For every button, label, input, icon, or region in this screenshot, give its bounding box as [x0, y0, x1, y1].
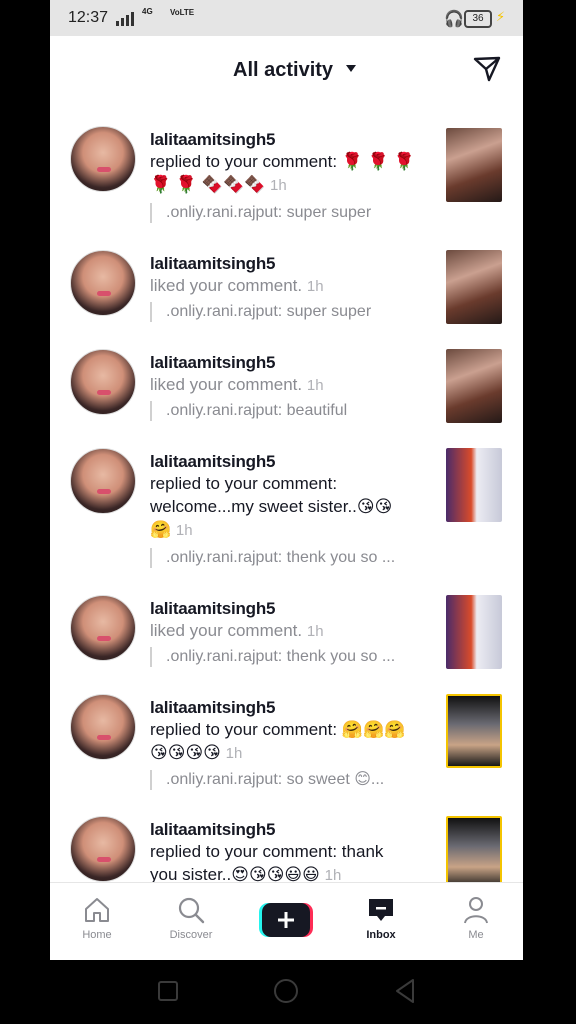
video-thumbnail[interactable]	[446, 128, 502, 202]
activity-message: liked your comment. 1h	[150, 274, 430, 298]
charging-icon: ⚡	[496, 9, 506, 24]
recents-icon[interactable]	[157, 980, 179, 1002]
quoted-comment: .onliy.rani.rajput: super super	[150, 203, 371, 223]
activity-message: replied to your comment: welcome...my sw…	[150, 472, 430, 542]
profile-icon	[464, 897, 488, 924]
battery-level: 36	[472, 13, 484, 24]
activity-message: replied to your comment: 🤗🤗🤗 😘😘😘😘 1h	[150, 718, 430, 765]
status-time: 12:37	[68, 9, 109, 26]
tab-me[interactable]: Me	[436, 895, 516, 941]
time-ago: 1h	[225, 745, 243, 762]
inbox-icon	[369, 899, 393, 921]
message-text: 🤗	[150, 520, 172, 539]
network-label: 4G	[142, 7, 153, 16]
avatar[interactable]	[70, 250, 136, 316]
tab-label: Discover	[169, 929, 213, 941]
message-line: replied to your comment: thank	[150, 842, 384, 861]
phone-screen: 12:37 4G VoLTE 🎧 36 ⚡ All activity lalit…	[50, 0, 523, 960]
activity-header: All activity	[50, 36, 523, 106]
home-icon	[85, 898, 109, 922]
message-text: 😘😘😘😘	[150, 743, 221, 762]
home-nav-icon[interactable]	[273, 978, 299, 1004]
message-text: liked your comment.	[150, 621, 303, 640]
tab-label: Home	[82, 929, 112, 941]
message-text: 🌹 🌹 🍫🍫🍫	[150, 175, 266, 194]
time-ago: 1h	[175, 522, 193, 539]
message-line: welcome...my sweet sister..😘😘	[150, 497, 393, 516]
tab-discover[interactable]: Discover	[151, 895, 231, 941]
time-ago: 1h	[306, 278, 324, 295]
quoted-comment: .onliy.rani.rajput: beautiful	[150, 401, 347, 421]
avatar[interactable]	[70, 349, 136, 415]
activity-message: liked your comment. 1h	[150, 619, 430, 643]
activity-message: replied to your comment: 🌹 🌹 🌹 🌹 🌹 🍫🍫🍫 1…	[150, 150, 430, 197]
message-line: you sister..😍😘😘😃😃 1h	[150, 863, 430, 882]
video-thumbnail[interactable]	[446, 595, 502, 669]
battery-icon: 36	[464, 10, 492, 28]
message-text: you sister..😍😘😘😃😃	[150, 865, 320, 882]
message-line: 😘😘😘😘 1h	[150, 741, 430, 765]
bottom-tab-bar: Home Discover Inbox Me	[50, 882, 523, 960]
video-thumbnail[interactable]	[446, 349, 502, 423]
message-line: replied to your comment:	[150, 474, 338, 493]
activity-list: lalitaamitsingh5 replied to your comment…	[50, 106, 523, 882]
activity-message: liked your comment. 1h	[150, 373, 430, 397]
avatar[interactable]	[70, 694, 136, 760]
message-line: 🌹 🌹 🍫🍫🍫 1h	[150, 173, 430, 197]
time-ago: 1h	[306, 377, 324, 394]
username[interactable]: lalitaamitsingh5	[150, 130, 275, 150]
status-bar: 12:37 4G VoLTE 🎧 36 ⚡	[50, 0, 523, 36]
time-ago: 1h	[270, 177, 287, 194]
tab-home[interactable]: Home	[57, 895, 137, 941]
tab-label: Me	[468, 929, 484, 941]
avatar[interactable]	[70, 126, 136, 192]
activity-filter-title[interactable]: All activity	[233, 59, 333, 82]
back-icon[interactable]	[393, 978, 417, 1004]
quoted-comment: .onliy.rani.rajput: thenk you so ...	[150, 647, 395, 667]
create-button[interactable]	[259, 903, 313, 937]
username[interactable]: lalitaamitsingh5	[150, 254, 275, 274]
search-icon	[178, 897, 205, 924]
time-ago: 1h	[306, 623, 324, 640]
avatar[interactable]	[70, 448, 136, 514]
username[interactable]: lalitaamitsingh5	[150, 353, 275, 373]
activity-message: replied to your comment: thank you siste…	[150, 840, 430, 882]
quoted-comment: .onliy.rani.rajput: thenk you so ...	[150, 548, 395, 568]
tab-label: Inbox	[366, 929, 396, 941]
avatar[interactable]	[70, 595, 136, 661]
send-message-icon[interactable]	[472, 54, 502, 84]
username[interactable]: lalitaamitsingh5	[150, 599, 275, 619]
video-thumbnail[interactable]	[446, 816, 502, 882]
volte-label: VoLTE	[170, 8, 195, 17]
avatar[interactable]	[70, 816, 136, 882]
video-thumbnail[interactable]	[446, 694, 502, 768]
username[interactable]: lalitaamitsingh5	[150, 698, 275, 718]
system-nav-bar	[0, 960, 576, 1024]
signal-icon	[116, 10, 134, 26]
chevron-down-icon[interactable]	[346, 65, 356, 72]
message-line: 🤗 1h	[150, 518, 430, 542]
video-thumbnail[interactable]	[446, 448, 502, 522]
quoted-comment: .onliy.rani.rajput: super super	[150, 302, 371, 322]
message-line: replied to your comment: 🌹 🌹 🌹	[150, 152, 415, 171]
quoted-comment: .onliy.rani.rajput: so sweet 😊...	[150, 770, 384, 790]
video-thumbnail[interactable]	[446, 250, 502, 324]
username[interactable]: lalitaamitsingh5	[150, 452, 275, 472]
message-line: replied to your comment: 🤗🤗🤗	[150, 720, 406, 739]
time-ago: 1h	[324, 867, 342, 882]
message-text: liked your comment.	[150, 375, 303, 394]
message-text: liked your comment.	[150, 276, 303, 295]
username[interactable]: lalitaamitsingh5	[150, 820, 275, 840]
tab-inbox[interactable]: Inbox	[341, 895, 421, 941]
headphones-icon: 🎧	[444, 11, 464, 28]
